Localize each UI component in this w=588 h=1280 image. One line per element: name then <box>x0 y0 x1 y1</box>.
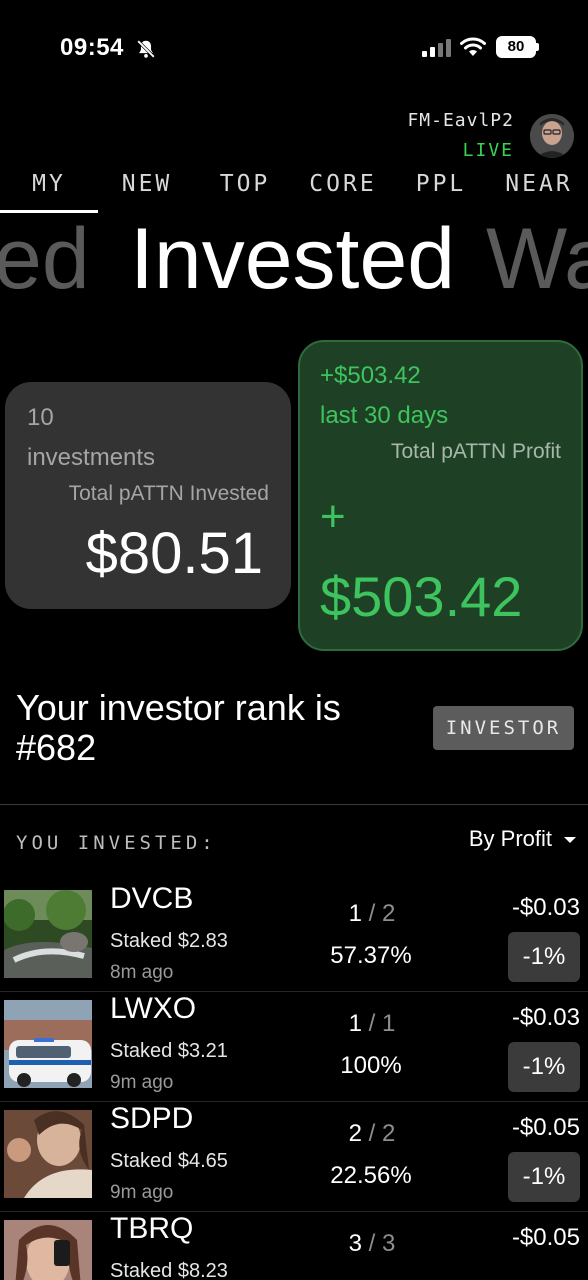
tab-top[interactable]: TOP <box>196 166 294 210</box>
item-change-button[interactable]: -1% <box>508 1042 580 1092</box>
sort-label: By Profit <box>468 826 552 851</box>
item-fraction: 2 / 2 <box>348 1120 396 1147</box>
item-pnl: -$0.05 <box>511 1114 580 1141</box>
user-id: FM-EavlP2 <box>407 110 514 131</box>
item-symbol: DVCB <box>110 882 194 915</box>
tab-core[interactable]: CORE <box>294 166 392 210</box>
thumbnail <box>4 890 92 978</box>
live-badge: LIVE <box>462 140 514 161</box>
bell-off-icon <box>137 40 155 58</box>
item-staked: Staked $8.23 <box>110 1260 228 1280</box>
list-item[interactable]: SDPD Staked $4.65 9m ago 2 / 2 22.56% -$… <box>0 1102 588 1212</box>
item-staked: Staked $4.65 <box>110 1150 228 1172</box>
item-symbol: SDPD <box>110 1102 194 1135</box>
chevron-down-icon <box>564 837 576 844</box>
avatar-image <box>530 114 574 158</box>
item-pnl: -$0.05 <box>511 1224 580 1251</box>
investment-count: 10 <box>27 404 54 431</box>
item-percent: 100% <box>340 1052 402 1079</box>
investor-badge[interactable]: INVESTOR <box>433 706 574 750</box>
list-item[interactable]: DVCB Staked $2.83 8m ago 1 / 2 57.37% -$… <box>0 882 588 992</box>
list-item[interactable]: LWXO Staked $3.21 9m ago 1 / 1 100% -$0.… <box>0 992 588 1102</box>
status-time: 09:54 <box>60 34 124 61</box>
item-symbol: LWXO <box>110 992 197 1025</box>
profit-amount: $503.42 <box>320 565 523 628</box>
item-symbol: TBRQ <box>110 1212 194 1245</box>
sort-dropdown[interactable]: By Profit <box>469 826 576 852</box>
wifi-icon <box>460 37 486 56</box>
list-title: YOU INVESTED: <box>16 832 217 854</box>
thumbnail <box>4 1110 92 1198</box>
hero-prev-title[interactable]: ed <box>0 210 90 306</box>
item-fraction: 3 / 3 <box>348 1230 396 1257</box>
item-fraction: 1 / 1 <box>348 1010 396 1037</box>
tab-near[interactable]: NEAR <box>490 166 588 210</box>
invested-card: 10 investments Total pATTN Invested $80.… <box>5 382 291 609</box>
list-item[interactable]: TBRQ Staked $8.23 3 / 3 -$0.05 <box>0 1212 588 1280</box>
profit-amount-small: +$503.42 <box>320 362 421 389</box>
item-change-button[interactable]: -1% <box>508 932 580 982</box>
section-carousel[interactable]: ed Invested Wa <box>0 210 588 306</box>
item-staked: Staked $3.21 <box>110 1040 228 1062</box>
profit-card: +$503.42 last 30 days Total pATTN Profit… <box>298 340 583 651</box>
item-time: 8m ago <box>110 962 174 983</box>
item-percent: 22.56% <box>330 1162 412 1189</box>
tab-new[interactable]: NEW <box>98 166 196 210</box>
invested-amount: $80.51 <box>85 521 263 586</box>
signal-icon <box>422 39 451 57</box>
profit-label: Total pATTN Profit <box>391 440 561 463</box>
item-change-button[interactable]: -1% <box>508 1152 580 1202</box>
item-percent: 57.37% <box>330 942 412 969</box>
investment-count-unit: investments <box>27 444 156 471</box>
item-pnl: -$0.03 <box>511 1004 580 1031</box>
status-bar: 09:54 80 <box>0 0 588 96</box>
item-pnl: -$0.03 <box>511 894 580 921</box>
profit-plus-sign: + <box>320 492 346 541</box>
battery-tip <box>536 43 539 51</box>
item-fraction: 1 / 2 <box>348 900 396 927</box>
battery-indicator: 80 <box>496 36 536 58</box>
hero-title: Invested <box>130 211 456 306</box>
hero-next-title[interactable]: Wa <box>486 210 588 306</box>
tab-bar: MY NEW TOP CORE PPL NEAR <box>0 166 588 214</box>
thumbnail <box>4 1220 92 1280</box>
tab-my[interactable]: MY <box>0 166 98 210</box>
item-staked: Staked $2.83 <box>110 930 228 952</box>
thumbnail <box>4 1000 92 1088</box>
avatar[interactable] <box>530 114 574 158</box>
investor-rank-text: Your investor rank is #682 <box>16 687 341 768</box>
divider <box>0 804 588 805</box>
invested-label: Total pATTN Invested <box>68 482 269 505</box>
tab-ppl[interactable]: PPL <box>392 166 490 210</box>
profit-period: last 30 days <box>320 402 449 429</box>
item-time: 9m ago <box>110 1072 174 1093</box>
item-time: 9m ago <box>110 1182 174 1203</box>
